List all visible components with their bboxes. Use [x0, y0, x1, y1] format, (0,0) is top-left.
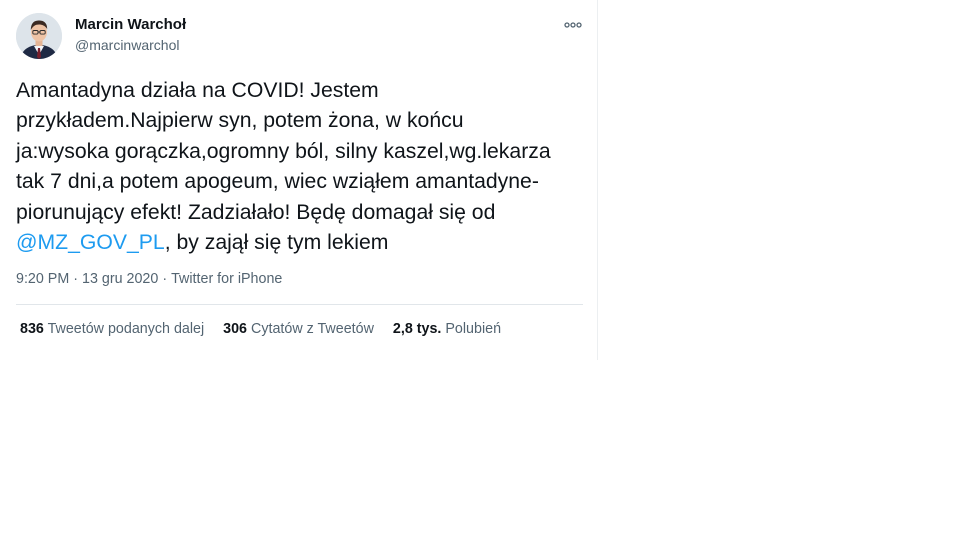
retweets-count: 836	[20, 321, 44, 337]
retweets-stat[interactable]: 836 Tweetów podanych dalej	[20, 321, 204, 337]
tweet-text-line: tak 7 dni,a potem apogeum, wiec wziąłem …	[16, 170, 539, 194]
tweet-card: Marcin Warchoł @marcinwarchol Amantadyna…	[0, 0, 597, 360]
likes-stat[interactable]: 2,8 tys. Polubień	[393, 321, 501, 337]
tweet-text-line: ja:wysoka gorączka,ogromny ból, silny ka…	[16, 139, 551, 163]
quotes-stat[interactable]: 306 Cytatów z Tweetów	[223, 321, 374, 337]
tweet-time[interactable]: 9:20 PM	[16, 271, 69, 287]
avatar[interactable]	[16, 13, 62, 59]
likes-count: 2,8 tys.	[392, 321, 442, 337]
more-horizontal-icon	[564, 22, 582, 28]
likes-label: Polubień	[445, 321, 502, 337]
tweet-text-line: Amantadyna działa na COVID! Jestem	[16, 79, 379, 102]
tweet-text: Amantadyna działa na COVID! Jestem przyk…	[16, 76, 591, 258]
retweets-label: Tweetów podanych dalej	[47, 321, 205, 337]
author-name[interactable]: Marcin Warchoł	[75, 16, 186, 33]
tweet-text-tail: , by zajął się tym lekiem	[164, 231, 389, 255]
tweet-source[interactable]: Twitter for iPhone	[171, 271, 282, 287]
tweet-text-line: przykładem.Najpierw syn, potem żona, w k…	[16, 109, 464, 133]
tweet-date[interactable]: 13 gru 2020	[82, 271, 158, 287]
quotes-count: 306	[223, 321, 248, 337]
tweet-text-line: piorunujący efekt! Zadziałało! Będę doma…	[16, 200, 496, 224]
meta-separator: ·	[73, 271, 79, 287]
mention-link[interactable]: @MZ_GOV_PL	[16, 231, 165, 254]
meta-separator: ·	[162, 271, 168, 287]
divider	[16, 304, 583, 305]
tweet-meta: 9:20 PM · 13 gru 2020 · Twitter for iPhone	[16, 271, 282, 287]
profile-photo-icon	[16, 13, 62, 59]
card-border	[597, 0, 598, 360]
quotes-label: Cytatów z Tweetów	[251, 321, 374, 337]
tweet-stats: 836 Tweetów podanych dalej 306 Cytatów z…	[20, 321, 520, 337]
author-handle[interactable]: @marcinwarchol	[75, 37, 179, 53]
more-options-button[interactable]	[560, 14, 586, 36]
